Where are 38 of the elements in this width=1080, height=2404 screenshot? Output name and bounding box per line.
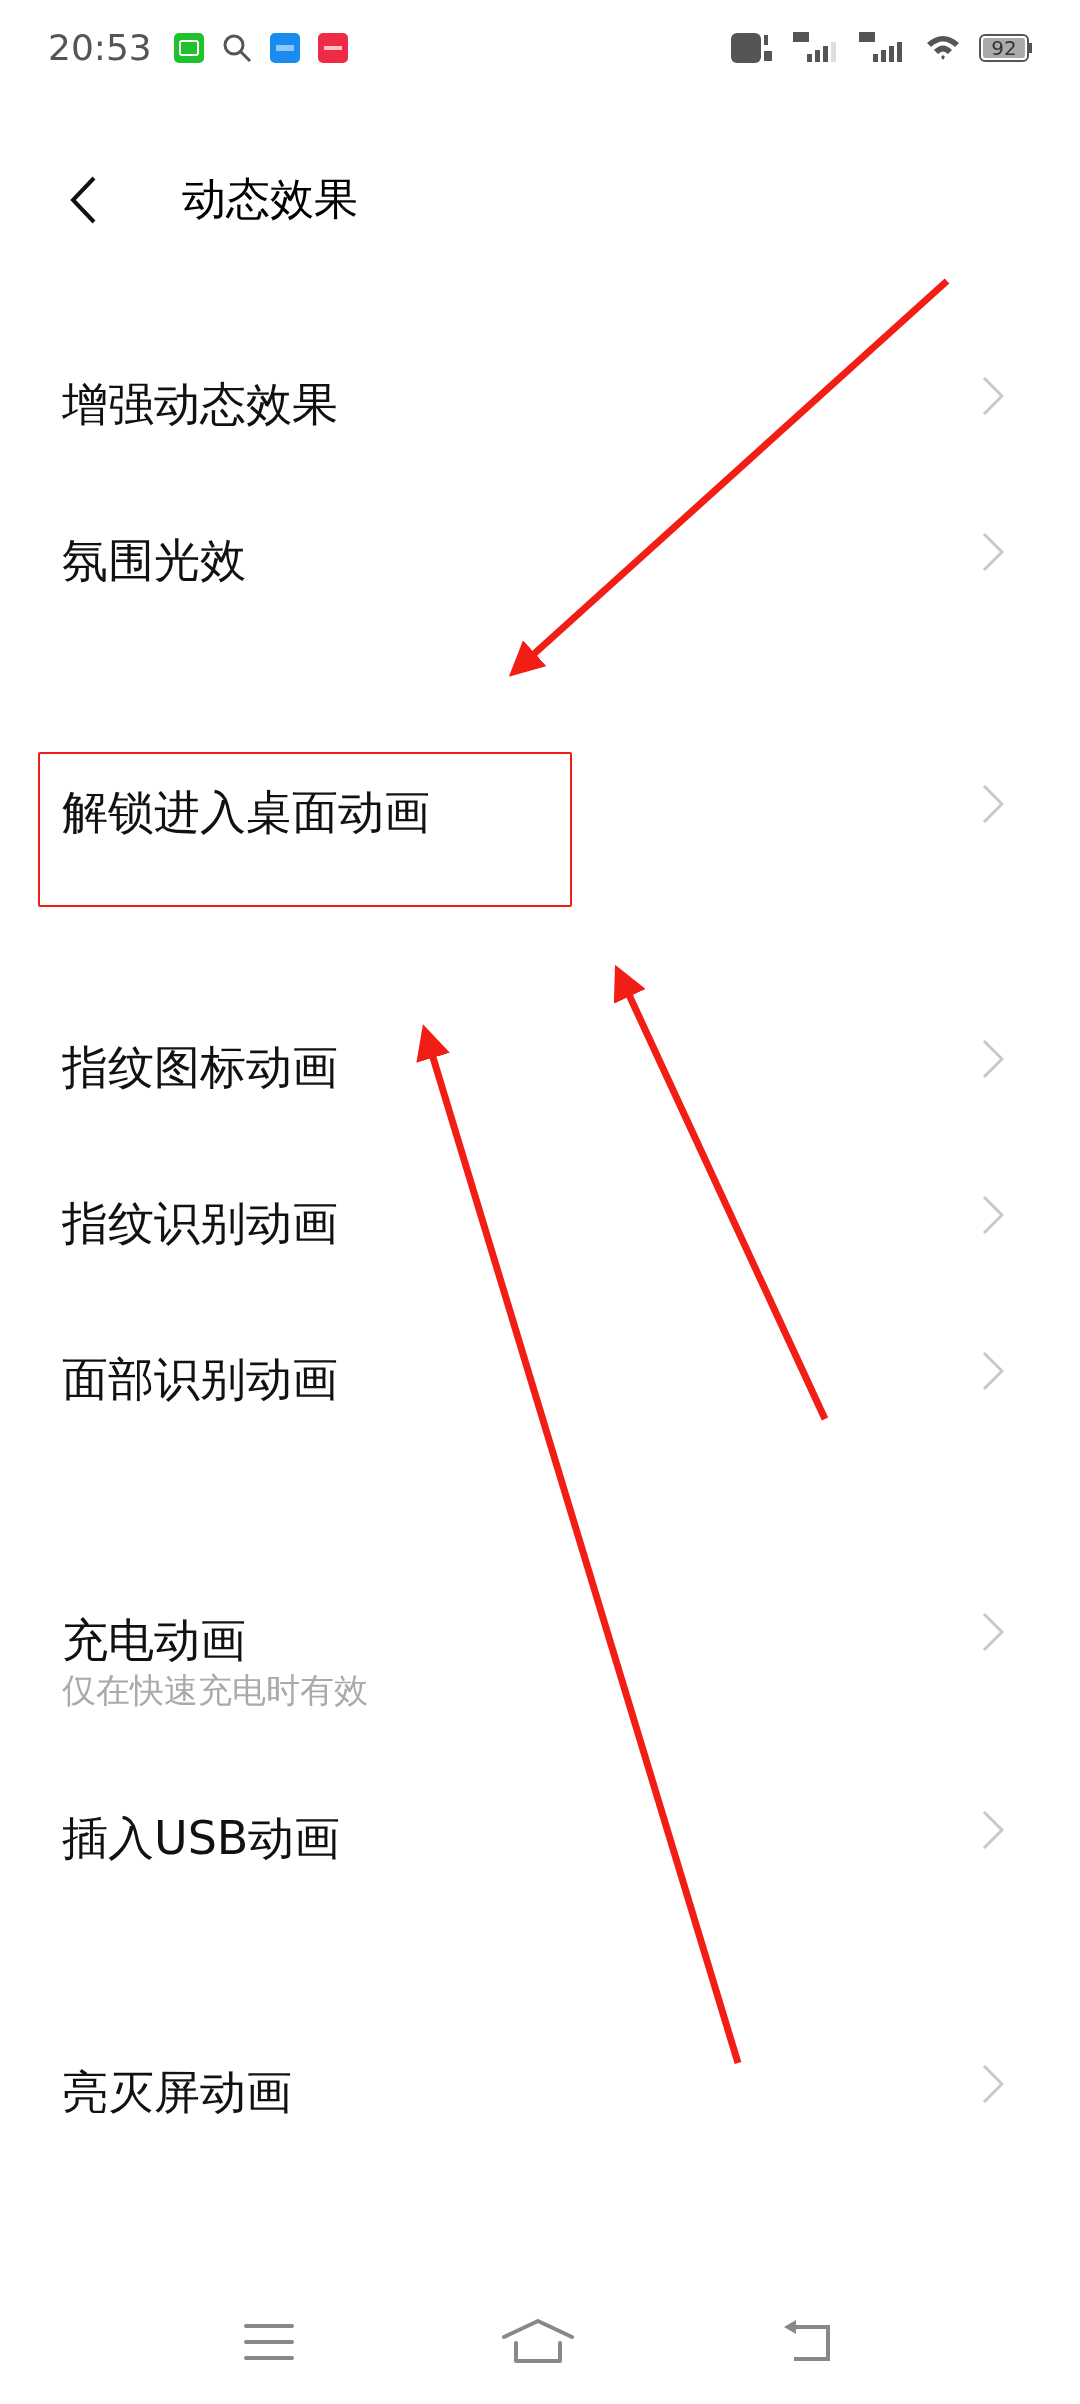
battery-icon: 92	[979, 34, 1032, 62]
chevron-icon	[982, 1195, 1004, 1235]
chevron-icon	[982, 1612, 1004, 1652]
item-label: 插入USB动画	[62, 1810, 341, 1866]
home-icon[interactable]	[502, 2319, 574, 2365]
chevron-icon	[982, 532, 1004, 572]
app-icon	[269, 33, 300, 63]
status-time: 20:53	[48, 26, 152, 70]
item-label: 增强动态效果	[62, 376, 338, 432]
app-icon	[173, 33, 204, 63]
chevron-icon	[982, 376, 1004, 416]
item-label: 充电动画	[62, 1612, 247, 1668]
item-label: 指纹识别动画	[62, 1195, 338, 1251]
chevron-icon	[982, 1039, 1004, 1079]
item-label: 氛围光效	[62, 532, 246, 588]
settings-item[interactable]: 充电动画 仅在快速充电时有效	[0, 1562, 1080, 1760]
page-title: 动态效果	[182, 174, 358, 224]
settings-item[interactable]: 面部识别动画	[0, 1301, 1080, 1457]
back-icon[interactable]	[70, 176, 96, 224]
chevron-icon	[982, 2064, 1004, 2104]
menu-icon[interactable]	[244, 2322, 294, 2362]
settings-item[interactable]: 指纹图标动画	[0, 989, 1080, 1145]
settings-item[interactable]: 解锁进入桌面动画	[0, 734, 1080, 910]
settings-item[interactable]: 亮灭屏动画	[0, 2014, 1080, 2170]
settings-item[interactable]: 氛围光效	[0, 482, 1080, 638]
item-label: 指纹图标动画	[62, 1039, 338, 1095]
chevron-icon	[982, 1351, 1004, 1391]
app-icon	[317, 33, 348, 63]
item-subtitle: 仅在快速充电时有效	[62, 1669, 368, 1712]
item-label: 解锁进入桌面动画	[62, 784, 430, 840]
search-icon	[221, 33, 252, 63]
item-label: 亮灭屏动画	[62, 2064, 292, 2120]
chevron-icon	[982, 784, 1004, 824]
settings-item[interactable]: 插入USB动画	[0, 1760, 1080, 1916]
settings-item[interactable]: 增强动态效果	[0, 326, 1080, 482]
chevron-icon	[982, 1810, 1004, 1850]
settings-item[interactable]: 指纹识别动画	[0, 1145, 1080, 1301]
item-label: 面部识别动画	[62, 1351, 338, 1407]
